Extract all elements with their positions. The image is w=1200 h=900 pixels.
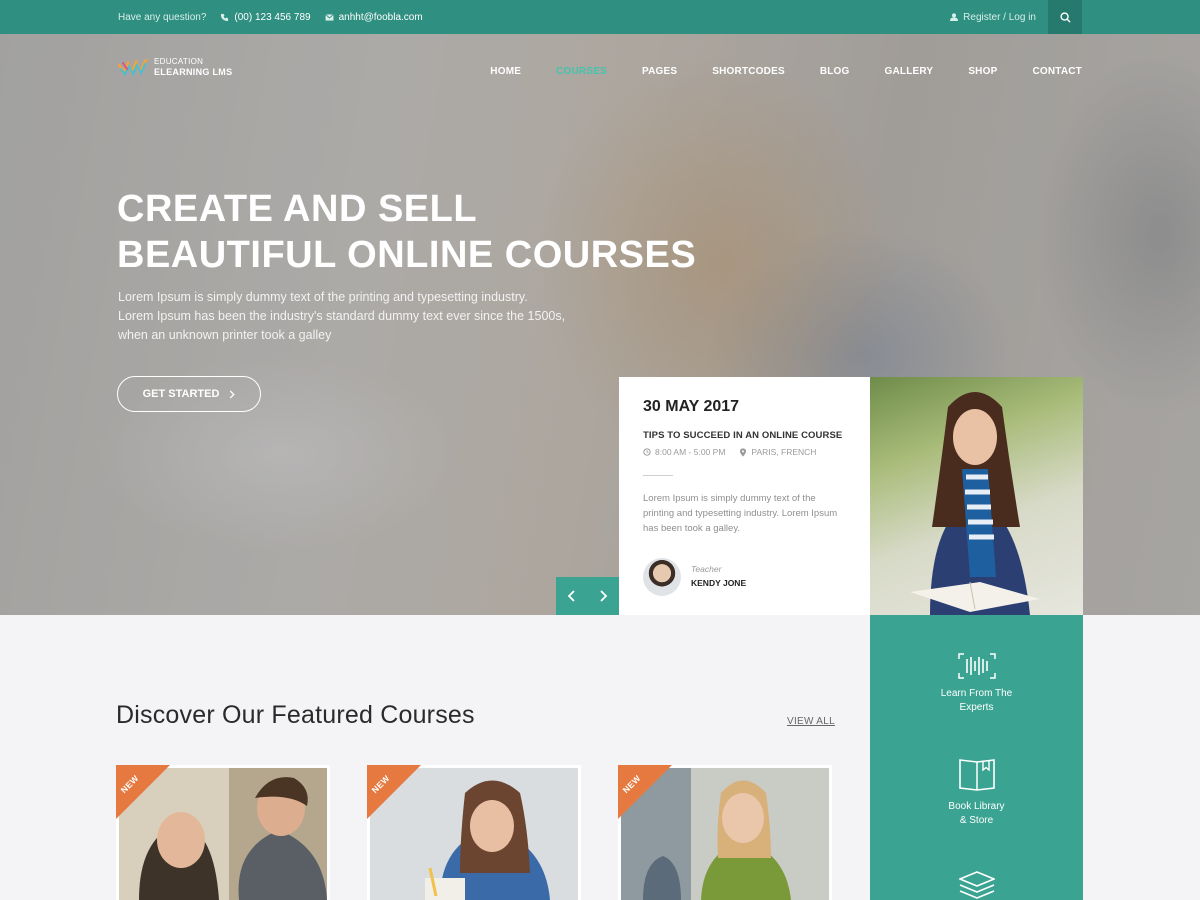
chevron-right-icon — [230, 389, 236, 399]
main-nav: HOME COURSES PAGES SHORTCODES BLOG GALLE… — [455, 66, 1082, 77]
hero-title-line2: BEAUTIFUL ONLINE COURSES — [117, 234, 697, 276]
nav-pages[interactable]: PAGES — [642, 66, 677, 77]
features-panel: Learn From The Experts Book Library & St… — [870, 615, 1083, 900]
auth-link[interactable]: Register / Log in — [950, 0, 1036, 34]
event-date: 30 MAY 2017 — [643, 398, 740, 415]
new-badge-label: NEW — [118, 772, 141, 796]
phone-number: (00) 123 456 789 — [234, 11, 311, 23]
location-pin-icon — [740, 447, 747, 457]
get-started-button[interactable]: GET STARTED — [117, 376, 261, 412]
search-icon — [1059, 11, 1071, 23]
teacher-avatar — [643, 558, 681, 596]
nav-blog[interactable]: BLOG — [820, 66, 850, 77]
slider-arrows — [556, 577, 619, 615]
divider — [643, 475, 673, 476]
new-badge: NEW — [116, 765, 170, 819]
new-badge-label: NEW — [620, 772, 643, 796]
course-card[interactable]: NEW — [618, 765, 832, 900]
logo[interactable]: EDUCATION ELEARNING LMS — [118, 56, 232, 78]
clock-icon — [643, 448, 651, 456]
user-icon — [950, 13, 959, 21]
nav-shop[interactable]: SHOP — [968, 66, 997, 77]
course-card[interactable]: NEW — [116, 765, 330, 900]
event-time: 8:00 AM - 5:00 PM — [655, 447, 726, 457]
hero-title: CREATE AND SELL BEAUTIFUL ONLINE COURSES — [117, 186, 696, 278]
feature-library-line2: & Store — [959, 815, 994, 826]
feature-experts[interactable]: Learn From The Experts — [870, 653, 1083, 715]
hero-title-line1: CREATE AND SELL — [117, 188, 478, 230]
new-badge: NEW — [367, 765, 421, 819]
search-button[interactable] — [1048, 0, 1082, 34]
layers-icon — [958, 871, 995, 899]
register-login-link[interactable]: Register / Log in — [963, 12, 1036, 23]
logo-mark-icon — [118, 58, 148, 77]
hero-desc-line3: when an unknown printer took a galley — [118, 328, 332, 342]
get-started-label: GET STARTED — [142, 388, 220, 400]
phone-item[interactable]: (00) 123 456 789 — [220, 11, 311, 23]
barcode-icon — [957, 653, 996, 679]
event-photo — [870, 377, 1083, 615]
nav-home[interactable]: HOME — [490, 66, 521, 77]
event-title[interactable]: TIPS TO SUCCEED IN AN ONLINE COURSE — [643, 430, 842, 441]
nav-gallery[interactable]: GALLERY — [885, 66, 934, 77]
new-badge-label: NEW — [369, 772, 392, 796]
teacher-role: Teacher — [691, 564, 722, 574]
email-item[interactable]: anhht@foobla.com — [324, 11, 423, 23]
logo-line2: ELEARNING LMS — [154, 67, 233, 77]
nav-courses[interactable]: COURSES — [556, 66, 607, 77]
logo-text: EDUCATION ELEARNING LMS — [154, 56, 232, 78]
view-all-link[interactable]: VIEW ALL — [787, 716, 835, 727]
question-text: Have any question? — [118, 11, 207, 23]
logo-line1: EDUCATION — [154, 57, 204, 66]
new-badge: NEW — [618, 765, 672, 819]
phone-icon — [221, 13, 229, 21]
top-bar: Have any question? (00) 123 456 789 anhh… — [0, 0, 1200, 34]
event-description: Lorem Ipsum is simply dummy text of the … — [643, 493, 838, 534]
email-address: anhht@foobla.com — [338, 11, 423, 23]
student-reading-illustration — [910, 392, 1040, 615]
hero-desc-line1: Lorem Ipsum is simply dummy text of the … — [118, 290, 528, 304]
hero-desc-line2: Lorem Ipsum has been the industry's stan… — [118, 309, 566, 323]
contact-info: Have any question? (00) 123 456 789 anhh… — [118, 0, 423, 34]
nav-contact[interactable]: CONTACT — [1032, 66, 1082, 77]
next-slide-icon[interactable] — [598, 589, 608, 603]
prev-slide-icon[interactable] — [567, 589, 577, 603]
hero-description: Lorem Ipsum is simply dummy text of the … — [118, 288, 588, 345]
book-icon — [958, 759, 995, 791]
feature-experts-line1: Learn From The — [940, 688, 1013, 699]
nav-shortcodes[interactable]: SHORTCODES — [712, 66, 785, 77]
feature-experts-line2: Experts — [959, 702, 994, 713]
event-card[interactable]: 30 MAY 2017 TIPS TO SUCCEED IN AN ONLINE… — [619, 377, 870, 615]
feature-layers[interactable] — [870, 871, 1083, 900]
feature-library[interactable]: Book Library & Store — [870, 758, 1083, 828]
course-card[interactable]: NEW — [367, 765, 581, 900]
teacher-name[interactable]: KENDY JONE — [691, 578, 746, 588]
featured-courses-title: Discover Our Featured Courses — [116, 701, 475, 729]
mail-icon — [324, 13, 334, 21]
event-location: PARIS, FRENCH — [751, 447, 817, 457]
event-meta: 8:00 AM - 5:00 PM PARIS, FRENCH — [643, 447, 816, 457]
feature-library-line1: Book Library — [948, 801, 1005, 812]
